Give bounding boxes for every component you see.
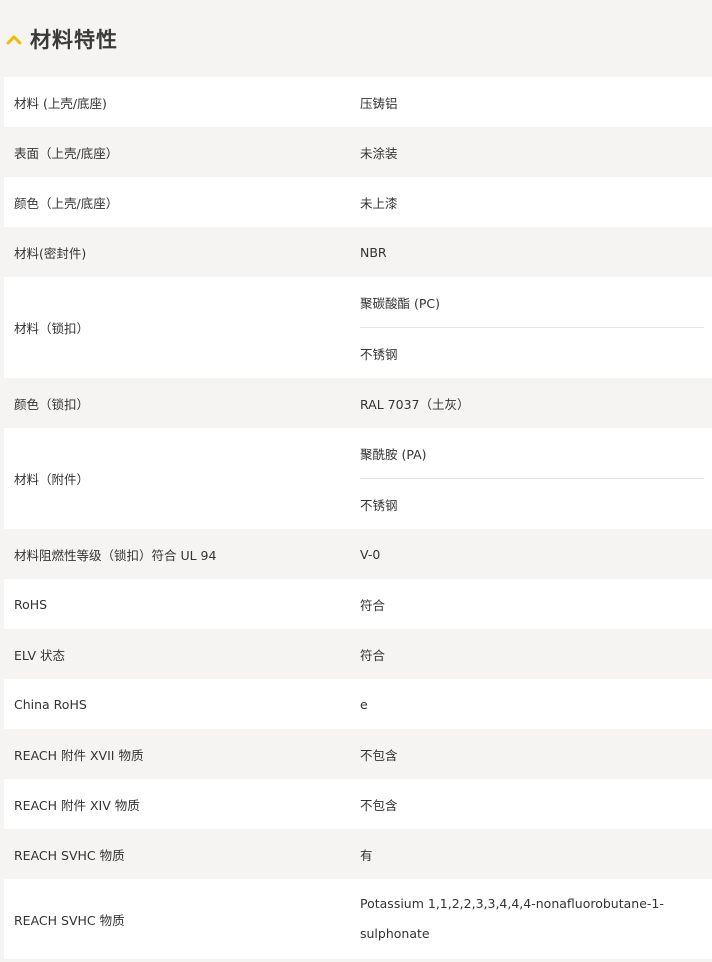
row-values: 聚碳酸酯 (PC) 不锈钢 (360, 277, 712, 378)
table-row: 表面（上壳/底座） 未涂装 (4, 127, 712, 177)
chevron-up-icon[interactable] (4, 29, 24, 49)
row-values: Potassium 1,1,2,2,3,3,4,4,4-nonafluorobu… (360, 879, 712, 959)
table-row: REACH SVHC 物质 有 (4, 829, 712, 879)
row-values: RAL 7037（土灰） (360, 378, 712, 428)
row-value: 符合 (360, 597, 386, 613)
row-values: 未涂装 (360, 127, 712, 177)
row-label: REACH 附件 XVII 物质 (14, 747, 144, 763)
table-row: RoHS 符合 (4, 579, 712, 629)
row-label: 材料（附件） (14, 472, 90, 487)
row-values: 未上漆 (360, 177, 712, 227)
row-value: 聚碳酸酯 (PC) (360, 295, 440, 311)
row-value: V-0 (360, 546, 381, 562)
row-label: 表面（上壳/底座） (14, 145, 119, 161)
table-row: 材料阻燃性等级（锁扣）符合 UL 94 V-0 (4, 529, 712, 579)
section-title: 材料特性 (30, 27, 118, 52)
section-header[interactable]: 材料特性 (0, 0, 712, 77)
row-values: 有 (360, 829, 712, 879)
row-value: NBR (360, 244, 387, 260)
row-label: 材料阻燃性等级（锁扣）符合 UL 94 (14, 547, 217, 563)
row-value: 不锈钢 (360, 478, 704, 529)
row-label: REACH 附件 XIV 物质 (14, 797, 140, 813)
row-value: 聚酰胺 (PA) (360, 446, 427, 462)
row-values: 符合 (360, 579, 712, 629)
row-label: 颜色（锁扣） (14, 396, 90, 412)
row-value: 有 (360, 847, 373, 863)
row-label: 材料 (上壳/底座) (14, 95, 107, 111)
table-row: REACH 附件 XIV 物质 不包含 (4, 779, 712, 829)
material-properties-table: 材料 (上壳/底座) 压铸铝表面（上壳/底座） 未涂装颜色（上壳/底座） 未上漆材料(… (4, 77, 712, 959)
row-values: V-0 (360, 529, 712, 579)
table-row: 材料 (上壳/底座) 压铸铝 (4, 77, 712, 127)
table-row: 材料(密封件) NBR (4, 227, 712, 277)
row-value: RAL 7037（土灰） (360, 396, 470, 412)
table-row: 材料（附件） 聚酰胺 (PA) 不锈钢 (4, 428, 712, 529)
row-values: 聚酰胺 (PA) 不锈钢 (360, 428, 712, 529)
row-value: 未涂装 (360, 145, 398, 161)
row-value: 压铸铝 (360, 95, 398, 111)
table-row: ELV 状态 符合 (4, 629, 712, 679)
row-values: 符合 (360, 629, 712, 679)
table-row: 颜色（上壳/底座） 未上漆 (4, 177, 712, 227)
row-values: 压铸铝 (360, 77, 712, 127)
row-label: ELV 状态 (14, 647, 66, 663)
table-row: REACH SVHC 物质 Potassium 1,1,2,2,3,3,4,4,4… (4, 879, 712, 959)
row-label: 材料(密封件) (14, 245, 87, 261)
row-label: 颜色（上壳/底座） (14, 195, 119, 211)
row-values: NBR (360, 227, 712, 277)
row-label: REACH SVHC 物质 (14, 847, 125, 863)
table-row: 颜色（锁扣） RAL 7037（土灰） (4, 378, 712, 428)
table-row: REACH 附件 XVII 物质 不包含 (4, 729, 712, 779)
row-value: 不锈钢 (360, 327, 704, 378)
row-values: 不包含 (360, 779, 712, 829)
row-label: 材料（锁扣） (14, 321, 90, 336)
row-value: e (360, 696, 368, 712)
row-values: 不包含 (360, 729, 712, 779)
row-value: 不包含 (360, 747, 398, 763)
row-value: 未上漆 (360, 195, 398, 211)
row-label: China RoHS (14, 696, 87, 712)
row-label: REACH SVHC 物质 (14, 912, 125, 928)
row-value: Potassium 1,1,2,2,3,3,4,4,4-nonafluorobu… (360, 896, 664, 941)
row-value: 符合 (360, 647, 386, 663)
table-row: China RoHS e (4, 679, 712, 729)
row-values: e (360, 679, 712, 729)
table-row: 材料（锁扣） 聚碳酸酯 (PC) 不锈钢 (4, 277, 712, 378)
row-label: RoHS (14, 596, 48, 612)
row-value: 不包含 (360, 797, 398, 813)
